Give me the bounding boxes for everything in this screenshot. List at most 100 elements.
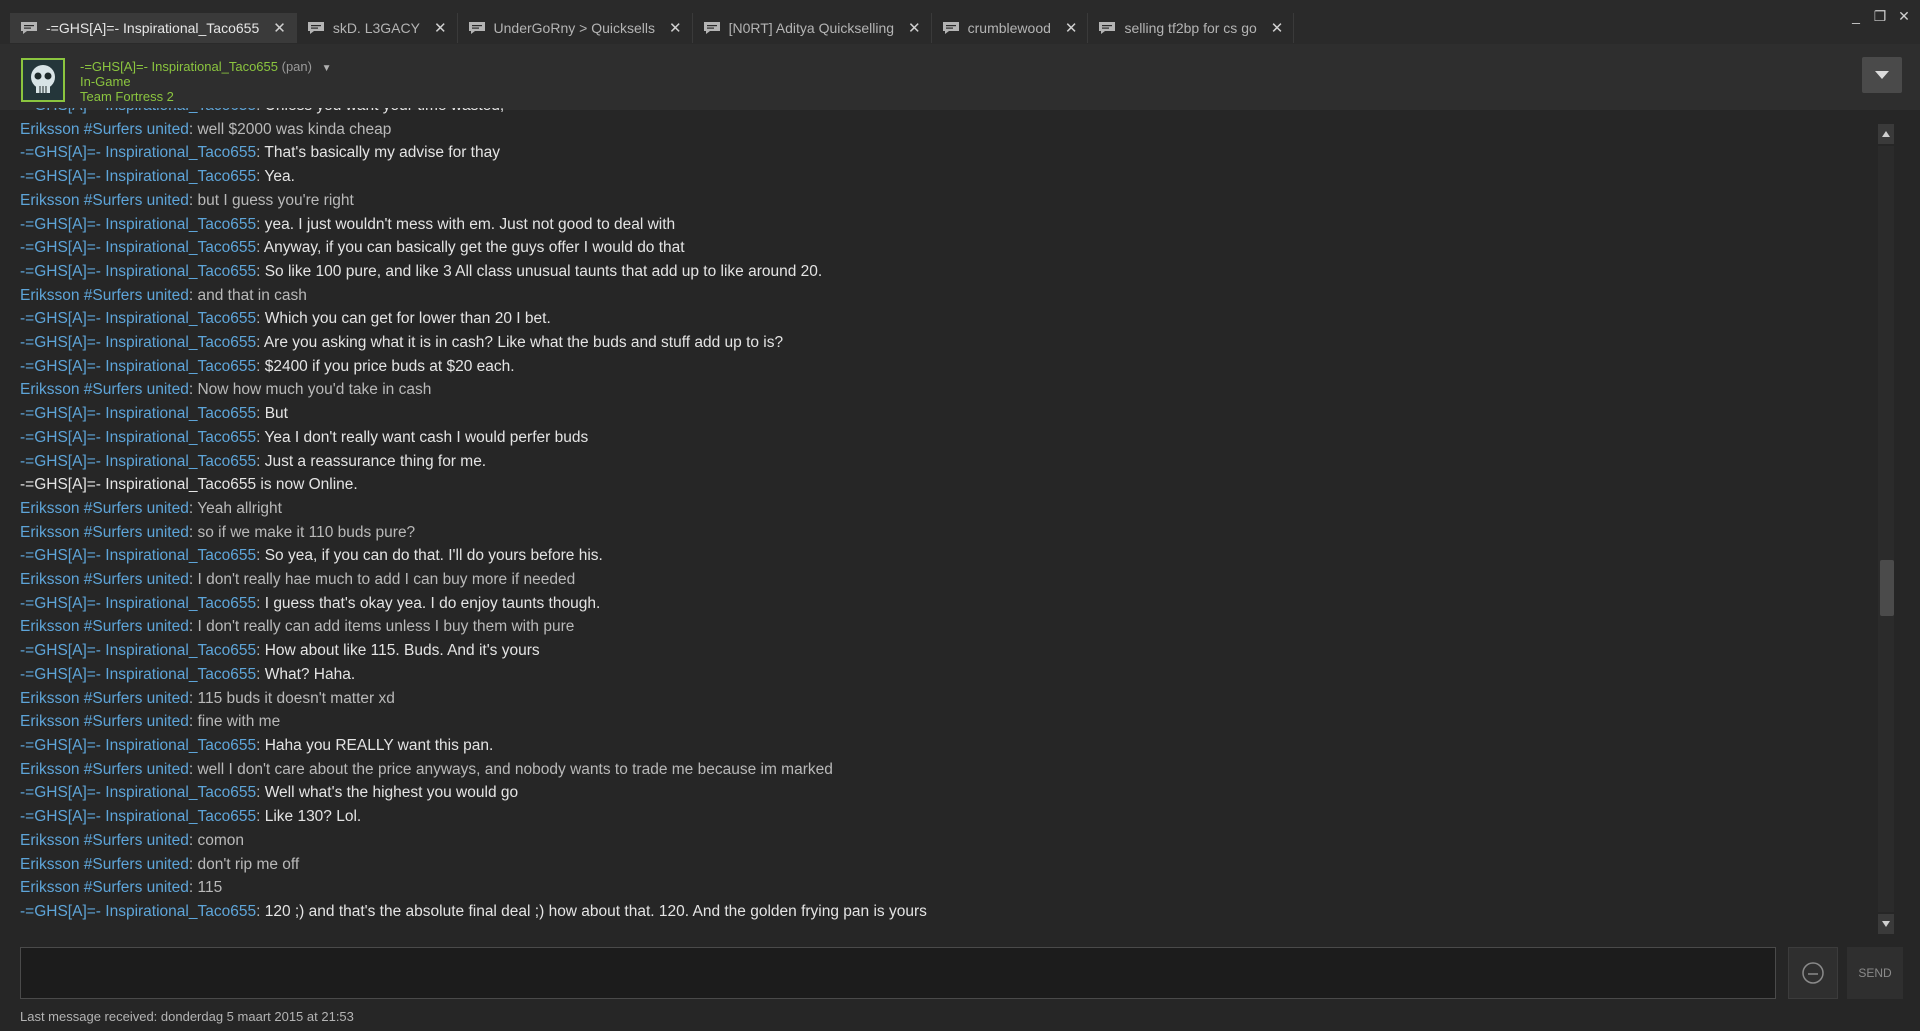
sender-name[interactable]: -=GHS[A]=- Inspirational_Taco655 xyxy=(20,666,256,683)
message-text: Yeah allright xyxy=(197,499,282,517)
sender-name[interactable]: -=GHS[A]=- Inspirational_Taco655 xyxy=(20,263,256,280)
sender-name[interactable]: -=GHS[A]=- Inspirational_Taco655 xyxy=(20,405,256,422)
sender-name[interactable]: -=GHS[A]=- Inspirational_Taco655 xyxy=(20,239,256,256)
separator: : xyxy=(256,262,265,280)
sender-name[interactable]: -=GHS[A]=- Inspirational_Taco655 xyxy=(20,642,256,659)
sender-name[interactable]: Eriksson #Surfers united xyxy=(20,690,189,707)
sender-name[interactable]: Eriksson #Surfers united xyxy=(20,121,189,138)
message-text: What? Haha. xyxy=(264,665,356,683)
sender-name[interactable]: -=GHS[A]=- Inspirational_Taco655 xyxy=(20,737,256,754)
friend-status: In-Game xyxy=(80,74,131,89)
sender-name[interactable]: Eriksson #Surfers united xyxy=(20,500,189,517)
tab-label: -=GHS[A]=- Inspirational_Taco655 xyxy=(46,20,260,36)
tab-5[interactable]: selling tf2bp for cs go ✕ xyxy=(1088,13,1295,43)
chat-tabs: -=GHS[A]=- Inspirational_Taco655 ✕ skD. L3… xyxy=(10,13,1295,43)
tab-1[interactable]: skD. L3GACY ✕ xyxy=(296,13,458,43)
maximize-icon[interactable]: ❐ xyxy=(1872,8,1888,25)
sender-name[interactable]: Eriksson #Surfers united xyxy=(20,618,189,635)
close-icon[interactable]: ✕ xyxy=(1896,8,1912,25)
sender-name[interactable]: -=GHS[A]=- Inspirational_Taco655 xyxy=(20,216,256,233)
arrow-up-icon xyxy=(1882,131,1890,137)
close-tab-icon[interactable]: ✕ xyxy=(669,19,682,37)
sender-name[interactable]: Eriksson #Surfers united xyxy=(20,761,189,778)
separator: : xyxy=(256,665,265,683)
sender-name[interactable]: -=GHS[A]=- Inspirational_Taco655 xyxy=(20,310,256,327)
sender-name[interactable]: -=GHS[A]=- Inspirational_Taco655 xyxy=(20,808,256,825)
close-tab-icon[interactable]: ✕ xyxy=(1271,19,1284,37)
scroll-up-button[interactable] xyxy=(1878,124,1894,144)
sender-name[interactable]: Eriksson #Surfers united xyxy=(20,571,189,588)
avatar[interactable] xyxy=(21,58,65,102)
tab-3[interactable]: [N0RT] Aditya Quickselling ✕ xyxy=(692,13,932,43)
emoticon-button[interactable] xyxy=(1788,947,1838,999)
chat-message: -=GHS[A]=- Inspirational_Taco655: But xyxy=(20,402,1880,426)
scrollbar-track[interactable] xyxy=(1878,146,1894,912)
tab-label: selling tf2bp for cs go xyxy=(1124,20,1257,36)
message-text: comon xyxy=(197,831,245,849)
friend-name-dropdown[interactable]: -=GHS[A]=- Inspirational_Taco655 (pan) ▼ xyxy=(80,59,332,74)
separator: : xyxy=(256,239,264,257)
scrollbar-thumb[interactable] xyxy=(1880,560,1894,616)
chat-message: Eriksson #Surfers united: and that in ca… xyxy=(20,284,1880,308)
sender-name[interactable]: -=GHS[A]=- Inspirational_Taco655 xyxy=(20,168,256,185)
separator: : xyxy=(256,310,265,328)
message-text: 115 buds it doesn't matter xd xyxy=(197,689,395,707)
sender-name[interactable]: -=GHS[A]=- Inspirational_Taco655 xyxy=(20,334,256,351)
close-tab-icon[interactable]: ✕ xyxy=(908,19,921,37)
separator: : xyxy=(256,594,265,612)
chat-header: -=GHS[A]=- Inspirational_Taco655 (pan) ▼… xyxy=(0,44,1920,110)
sender-name[interactable]: -=GHS[A]=- Inspirational_Taco655 xyxy=(20,547,256,564)
sender-name[interactable]: Eriksson #Surfers united xyxy=(20,192,189,209)
chat-options-button[interactable] xyxy=(1862,57,1902,93)
chat-message: Eriksson #Surfers united: I don't really… xyxy=(20,568,1880,592)
message-text: Unless you want your time wasted, xyxy=(265,108,505,114)
sender-name[interactable]: -=GHS[A]=- Inspirational_Taco655 xyxy=(20,108,256,114)
tab-label: [N0RT] Aditya Quickselling xyxy=(728,20,895,36)
chat-message: -=GHS[A]=- Inspirational_Taco655: Just a… xyxy=(20,450,1880,474)
minimize-icon[interactable]: _ xyxy=(1848,8,1864,25)
send-button[interactable]: SEND xyxy=(1847,947,1903,999)
sender-name[interactable]: -=GHS[A]=- Inspirational_Taco655 xyxy=(20,144,256,161)
sender-name[interactable]: -=GHS[A]=- Inspirational_Taco655 xyxy=(20,595,256,612)
chevron-down-icon xyxy=(1875,71,1889,79)
tab-0[interactable]: -=GHS[A]=- Inspirational_Taco655 ✕ xyxy=(10,13,297,43)
chat-message: -=GHS[A]=- Inspirational_Taco655: How ab… xyxy=(20,639,1880,663)
tab-4[interactable]: crumblewood ✕ xyxy=(931,13,1089,43)
message-text: well I don't care about the price anyway… xyxy=(197,760,833,778)
message-input[interactable] xyxy=(20,947,1776,999)
chat-bubble-icon xyxy=(307,22,324,34)
close-tab-icon[interactable]: ✕ xyxy=(434,19,447,37)
sender-name[interactable]: Eriksson #Surfers united xyxy=(20,713,189,730)
message-text: Anyway, if you can basically get the guy… xyxy=(263,239,685,257)
tab-label: UnderGoRny > Quicksells xyxy=(493,20,655,36)
chat-message: Eriksson #Surfers united: Yeah allright xyxy=(20,497,1880,521)
close-tab-icon[interactable]: ✕ xyxy=(273,19,286,37)
sender-name[interactable]: -=GHS[A]=- Inspirational_Taco655 xyxy=(20,784,256,801)
tab-2[interactable]: UnderGoRny > Quicksells ✕ xyxy=(457,13,693,43)
sender-name[interactable]: -=GHS[A]=- Inspirational_Taco655 xyxy=(20,453,256,470)
chat-log: -=GHS[A]=- Inspirational_Taco655: Unless… xyxy=(20,108,1880,940)
message-text: yea. I just wouldn't mess with em. Just … xyxy=(264,215,676,233)
message-text: Yea. xyxy=(264,168,295,186)
sender-name[interactable]: Eriksson #Surfers united xyxy=(20,381,189,398)
tab-label: skD. L3GACY xyxy=(332,20,420,36)
close-tab-icon[interactable]: ✕ xyxy=(1065,19,1078,37)
sender-name[interactable]: -=GHS[A]=- Inspirational_Taco655 xyxy=(20,903,256,920)
sender-name[interactable]: Eriksson #Surfers united xyxy=(20,879,189,896)
sender-name[interactable]: -=GHS[A]=- Inspirational_Taco655 xyxy=(20,429,256,446)
scroll-down-button[interactable] xyxy=(1878,914,1894,934)
sender-name[interactable]: Eriksson #Surfers united xyxy=(20,832,189,849)
message-text: Like 130? Lol. xyxy=(264,808,362,826)
sender-name[interactable]: Eriksson #Surfers united xyxy=(20,856,189,873)
sender-name[interactable]: -=GHS[A]=- Inspirational_Taco655 xyxy=(20,358,256,375)
system-message: -=GHS[A]=- Inspirational_Taco655 is now … xyxy=(20,476,358,494)
separator: : xyxy=(256,215,265,233)
arrow-down-icon xyxy=(1882,921,1890,927)
window-controls: _ ❐ ✕ xyxy=(1848,8,1912,25)
message-text: Now how much you'd take in cash xyxy=(197,381,432,399)
chat-bubble-icon xyxy=(468,22,485,34)
message-text: so if we make it 110 buds pure? xyxy=(197,523,416,541)
sender-name[interactable]: Eriksson #Surfers united xyxy=(20,287,189,304)
sender-name[interactable]: Eriksson #Surfers united xyxy=(20,524,189,541)
chat-message: Eriksson #Surfers united: 115 xyxy=(20,876,1880,900)
